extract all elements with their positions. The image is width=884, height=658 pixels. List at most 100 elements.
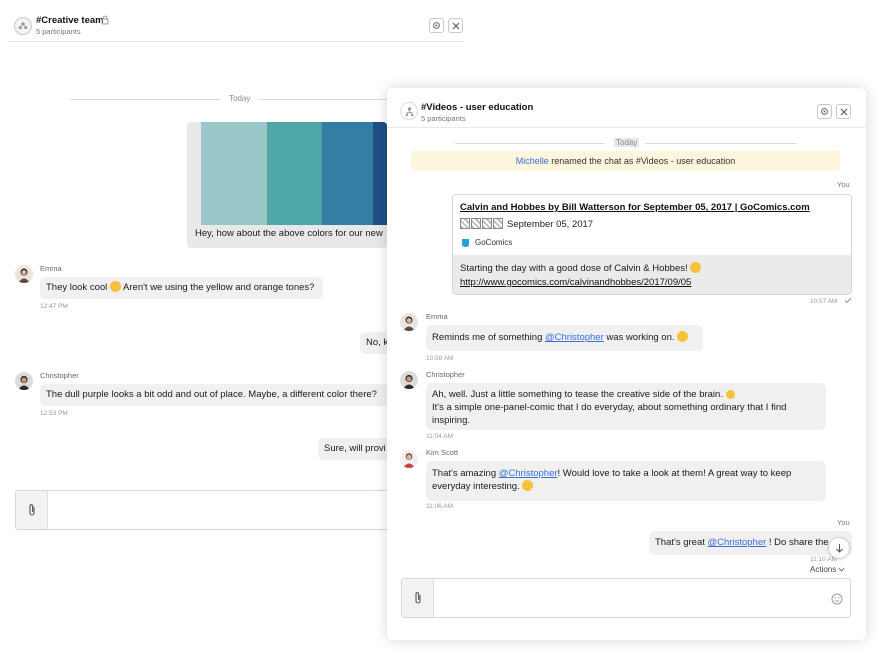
back-composer[interactable] <box>15 490 390 530</box>
actions-menu[interactable]: Actions <box>810 565 845 574</box>
date-divider-label: Today <box>229 94 251 103</box>
message-bubble[interactable]: The dull purple looks a bit odd and out … <box>40 384 390 406</box>
message-text: Ah, well. Just a little something to tea… <box>432 389 723 400</box>
sender-name[interactable]: Christopher <box>426 370 465 379</box>
system-message-actor[interactable]: Michelle <box>516 156 549 166</box>
sender-name[interactable]: Kim Scott <box>426 448 458 457</box>
avatar-emma[interactable] <box>400 313 418 331</box>
paperclip-icon <box>414 592 421 604</box>
swatch-1 <box>201 122 267 225</box>
message-input[interactable] <box>52 497 382 523</box>
message-bubble[interactable]: Sure, will provi <box>318 438 390 460</box>
message-text-content: Starting the day with a good dose of Cal… <box>460 263 688 274</box>
message-bubble[interactable]: That's amazing @Christopher! Would love … <box>426 461 826 501</box>
message-text: Reminds me of something <box>432 332 543 343</box>
message-time: 11:04 AM <box>426 433 453 440</box>
wink-emoji-icon <box>725 390 735 399</box>
message-link[interactable]: http://www.gocomics.com/calvinandhobbes/… <box>460 277 691 288</box>
message-time: 11:06 AM <box>426 503 453 510</box>
you-label: You <box>837 180 850 189</box>
clapping-emoji-icon <box>522 480 534 491</box>
participants-count[interactable]: 5 participants <box>36 27 81 36</box>
close-button[interactable] <box>836 104 851 119</box>
system-message-text: renamed the chat as #Videos - user educa… <box>551 156 736 166</box>
sender-name[interactable]: Christopher <box>40 371 79 380</box>
swatch-4 <box>373 122 387 225</box>
avatar-kim-scott[interactable] <box>400 450 418 468</box>
link-preview-date: September 05, 2017 <box>507 219 594 230</box>
scroll-to-bottom-button[interactable] <box>828 537 850 559</box>
close-button[interactable] <box>448 18 463 33</box>
participants-count[interactable]: 5 participants <box>421 114 466 123</box>
message-text: It's a simple one-panel-comic that I do … <box>432 402 787 413</box>
link-preview-title[interactable]: Calvin and Hobbes by Bill Watterson for … <box>460 202 810 213</box>
smile-emoji-icon <box>690 262 702 273</box>
mention-link[interactable]: @Christopher <box>708 537 767 548</box>
message-text: That's great <box>655 537 705 548</box>
message-text: ! Would love to take a look at them! A g… <box>557 468 792 479</box>
date-divider-line <box>645 143 797 144</box>
message-text: The dull purple looks a bit odd and out … <box>46 389 377 400</box>
gear-icon <box>433 22 440 29</box>
front-chat-header: #Videos - user education 5 participants <box>387 88 866 128</box>
swatch-2 <box>267 122 322 225</box>
paperclip-icon <box>28 504 35 516</box>
chat-title[interactable]: #Creative team <box>36 15 104 26</box>
message-bubble[interactable]: They look cool Aren't we using the yello… <box>40 277 323 299</box>
avatar-christopher[interactable] <box>400 371 418 389</box>
group-chat-icon <box>14 17 32 35</box>
close-icon <box>840 108 847 115</box>
link-message-body: Starting the day with a good dose of Cal… <box>453 255 851 294</box>
message-bubble[interactable]: No, k <box>360 332 390 354</box>
thumbnail-icon <box>493 218 503 229</box>
chevron-down-icon <box>839 567 845 572</box>
chat-title[interactable]: #Videos - user education <box>421 102 533 113</box>
group-chat-icon <box>400 102 418 120</box>
system-message: Michelle renamed the chat as #Videos - u… <box>411 151 840 171</box>
message-input[interactable] <box>438 585 818 611</box>
attach-button[interactable] <box>16 491 48 529</box>
message-bubble[interactable]: Ah, well. Just a little something to tea… <box>426 383 826 430</box>
link-preview-source: GoComics <box>475 238 513 247</box>
mention-link[interactable]: @Christopher <box>499 468 558 479</box>
message-time: 12:53 PM <box>40 410 68 417</box>
color-palette-image[interactable]: Hey, how about the above colors for our … <box>187 122 387 248</box>
settings-button[interactable] <box>817 104 832 119</box>
avatar-emma[interactable] <box>15 265 33 283</box>
thinking-emoji-icon <box>677 331 689 342</box>
gocomics-logo-icon <box>462 239 469 247</box>
sunglasses-emoji-icon <box>109 281 121 292</box>
front-chat-window: #Videos - user education 5 participants … <box>387 88 866 640</box>
message-time: 10:58 AM <box>426 355 454 362</box>
message-text: Hey, how about the above colors for our … <box>195 228 383 239</box>
mention-link[interactable]: @Christopher <box>545 332 604 343</box>
check-icon <box>844 297 852 304</box>
sender-name[interactable]: Emma <box>426 312 448 321</box>
message-text: everyday interesting. <box>432 481 520 492</box>
close-icon <box>452 22 459 29</box>
message-bubble[interactable]: That's great @Christopher ! Do share the <box>649 531 852 555</box>
message-text: inspiring. <box>432 415 471 426</box>
message-line: That's amazing @Christopher! Would love … <box>432 467 820 480</box>
avatar-christopher[interactable] <box>15 372 33 390</box>
you-label: You <box>837 518 850 527</box>
link-preview-card[interactable]: Calvin and Hobbes by Bill Watterson for … <box>452 194 852 295</box>
sender-name[interactable]: Emma <box>40 264 62 273</box>
message-text: That's amazing <box>432 468 497 479</box>
message-bubble[interactable]: Reminds me of something @Christopher was… <box>426 325 703 351</box>
swatch-3 <box>322 122 373 225</box>
thumbnail-icon <box>471 218 481 229</box>
front-composer[interactable] <box>401 578 851 618</box>
date-divider-line <box>258 99 388 100</box>
attach-button[interactable] <box>402 579 434 617</box>
message-time: 12:47 PM <box>40 303 68 310</box>
message-text: No, k <box>366 337 389 348</box>
back-chat-header: #Creative team 5 participants <box>8 8 464 42</box>
message-text: ! Do share the <box>768 537 829 548</box>
thumbnail-icon <box>482 218 492 229</box>
emoji-picker-icon[interactable] <box>831 593 843 605</box>
actions-label: Actions <box>810 565 837 574</box>
message-text: Starting the day with a good dose of Cal… <box>460 262 702 274</box>
arrow-down-icon <box>835 544 843 553</box>
settings-button[interactable] <box>429 18 444 33</box>
